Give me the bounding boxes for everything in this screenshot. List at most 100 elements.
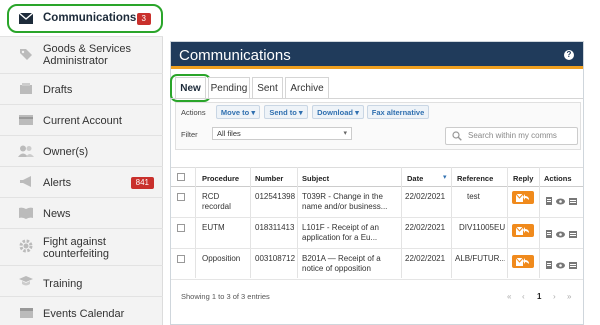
sort-desc-icon: ▾ bbox=[443, 174, 447, 181]
sidebar-item-communications[interactable]: Communications 3 bbox=[0, 0, 163, 37]
cell-reference: ALB/FUTUR... bbox=[455, 254, 505, 263]
view-icon[interactable] bbox=[556, 225, 565, 243]
panel-header: Communications ? bbox=[171, 42, 583, 69]
cell-subject[interactable]: L101F - Receipt of an application for a … bbox=[302, 223, 399, 243]
search-icon bbox=[452, 131, 462, 147]
sidebar-item-label: Fight against counterfeiting bbox=[43, 236, 110, 260]
chevron-down-icon: ▾ bbox=[343, 130, 347, 137]
table-row[interactable]: RCD recordal 012541398 T039R - Change in… bbox=[171, 187, 583, 218]
tabs-divider bbox=[171, 98, 583, 99]
download-button[interactable]: Download ▾ bbox=[312, 105, 364, 119]
document-icon[interactable] bbox=[546, 256, 552, 274]
archive-icon[interactable] bbox=[569, 225, 577, 243]
communications-panel: Communications ? New Pending Sent Archiv… bbox=[170, 41, 584, 325]
cell-procedure: RCD recordal bbox=[202, 192, 231, 211]
training-icon bbox=[18, 274, 34, 288]
sidebar: Communications 3 Goods & Services Admini… bbox=[0, 0, 163, 325]
document-icon[interactable] bbox=[546, 192, 552, 210]
document-icon[interactable] bbox=[546, 225, 552, 243]
cell-subject[interactable]: T039R - Change in the name and/or busine… bbox=[302, 192, 399, 212]
sidebar-item-news[interactable]: News bbox=[0, 198, 163, 229]
pager-prev-button[interactable]: ‹ bbox=[522, 292, 525, 301]
send-to-button[interactable]: Send to ▾ bbox=[264, 105, 308, 119]
view-icon[interactable] bbox=[556, 192, 565, 210]
cell-date: 22/02/2021 bbox=[405, 223, 446, 232]
select-all-checkbox[interactable] bbox=[177, 173, 185, 181]
column-header-procedure[interactable]: Procedure bbox=[202, 174, 239, 183]
cell-number: 003108712 bbox=[255, 254, 296, 263]
sidebar-item-label: Drafts bbox=[43, 84, 73, 96]
row-checkbox[interactable] bbox=[177, 224, 185, 232]
row-checkbox[interactable] bbox=[177, 255, 185, 263]
sidebar-item-label: Training bbox=[43, 278, 83, 290]
sidebar-item-events-calendar[interactable]: Events Calendar bbox=[0, 297, 163, 325]
cell-subject[interactable]: B201A — Receipt of a notice of oppositio… bbox=[302, 254, 399, 274]
filter-label: Filter bbox=[181, 130, 198, 139]
reply-button[interactable] bbox=[512, 255, 534, 268]
cell-procedure: EUTM bbox=[202, 223, 225, 232]
tab-label: Pending bbox=[210, 82, 248, 94]
cell-procedure: Opposition bbox=[202, 254, 241, 263]
megaphone-icon bbox=[18, 175, 34, 189]
sidebar-item-label: Alerts bbox=[43, 177, 72, 189]
sidebar-item-goods-services[interactable]: Goods & Services Administrator bbox=[0, 37, 163, 74]
entries-summary: Showing 1 to 3 of 3 entries bbox=[181, 292, 270, 301]
sidebar-item-alerts[interactable]: Alerts 841 bbox=[0, 167, 163, 198]
sidebar-item-current-account[interactable]: Current Account bbox=[0, 105, 163, 136]
gear-icon bbox=[18, 239, 34, 253]
sidebar-item-label: News bbox=[43, 208, 71, 220]
pager-next-button[interactable]: › bbox=[553, 292, 556, 301]
fax-alternative-button[interactable]: Fax alternative bbox=[367, 105, 429, 119]
highlight-ring bbox=[7, 4, 163, 33]
tab-sent[interactable]: Sent bbox=[252, 77, 283, 98]
sidebar-item-fight-counterfeiting[interactable]: Fight against counterfeiting bbox=[0, 229, 163, 266]
tab-label: Sent bbox=[257, 82, 278, 94]
column-header-actions: Actions bbox=[544, 174, 572, 183]
calendar-icon bbox=[18, 305, 34, 319]
table-header: Procedure Number Subject Date ▾ Referenc… bbox=[171, 167, 583, 187]
cell-date: 22/02/2021 bbox=[405, 192, 446, 201]
users-icon bbox=[18, 144, 34, 158]
alerts-count-badge: 841 bbox=[130, 177, 154, 189]
pager-current-page[interactable]: 1 bbox=[537, 292, 541, 301]
tab-new[interactable]: New bbox=[170, 74, 211, 102]
column-header-number[interactable]: Number bbox=[255, 174, 283, 183]
tab-label: Archive bbox=[290, 82, 324, 94]
account-icon bbox=[18, 113, 34, 127]
drafts-icon bbox=[18, 82, 34, 96]
sidebar-item-label: Events Calendar bbox=[43, 308, 125, 320]
page-title: Communications bbox=[179, 47, 291, 64]
cell-number: 018311413 bbox=[255, 223, 295, 232]
column-header-subject[interactable]: Subject bbox=[302, 174, 329, 183]
cell-number: 012541398 bbox=[255, 192, 296, 201]
table-row[interactable]: EUTM 018311413 L101F - Receipt of an app… bbox=[171, 218, 583, 249]
tag-icon bbox=[18, 47, 34, 61]
sidebar-item-drafts[interactable]: Drafts bbox=[0, 74, 163, 105]
column-header-reply: Reply bbox=[513, 174, 534, 183]
cell-date: 22/02/2021 bbox=[405, 254, 446, 263]
table-row[interactable]: Opposition 003108712 B201A — Receipt of … bbox=[171, 249, 583, 280]
archive-icon[interactable] bbox=[569, 256, 577, 274]
sidebar-item-label: Current Account bbox=[43, 115, 122, 127]
pager-last-button[interactable]: » bbox=[567, 292, 571, 301]
sidebar-item-owners[interactable]: Owner(s) bbox=[0, 136, 163, 167]
reply-button[interactable] bbox=[512, 224, 534, 237]
help-icon[interactable]: ? bbox=[564, 50, 574, 60]
search-input[interactable]: Search within my comms bbox=[445, 127, 578, 145]
archive-icon[interactable] bbox=[569, 192, 577, 210]
book-icon bbox=[18, 206, 34, 220]
tab-pending[interactable]: Pending bbox=[208, 77, 250, 98]
column-header-reference[interactable]: Reference bbox=[457, 174, 493, 183]
sidebar-item-label: Owner(s) bbox=[43, 146, 89, 158]
column-header-date[interactable]: Date bbox=[407, 174, 423, 183]
sidebar-item-training[interactable]: Training bbox=[0, 266, 163, 297]
sidebar-item-label: Goods & Services Administrator bbox=[43, 43, 132, 67]
row-checkbox[interactable] bbox=[177, 193, 185, 201]
reply-button[interactable] bbox=[512, 191, 534, 204]
tab-archive[interactable]: Archive bbox=[285, 77, 329, 98]
filter-select[interactable]: All files ▾ bbox=[212, 127, 352, 140]
move-to-button[interactable]: Move to ▾ bbox=[216, 105, 260, 119]
pager-first-button[interactable]: « bbox=[507, 292, 511, 301]
view-icon[interactable] bbox=[556, 256, 565, 274]
cell-reference: DIV11005EU bbox=[459, 223, 505, 232]
